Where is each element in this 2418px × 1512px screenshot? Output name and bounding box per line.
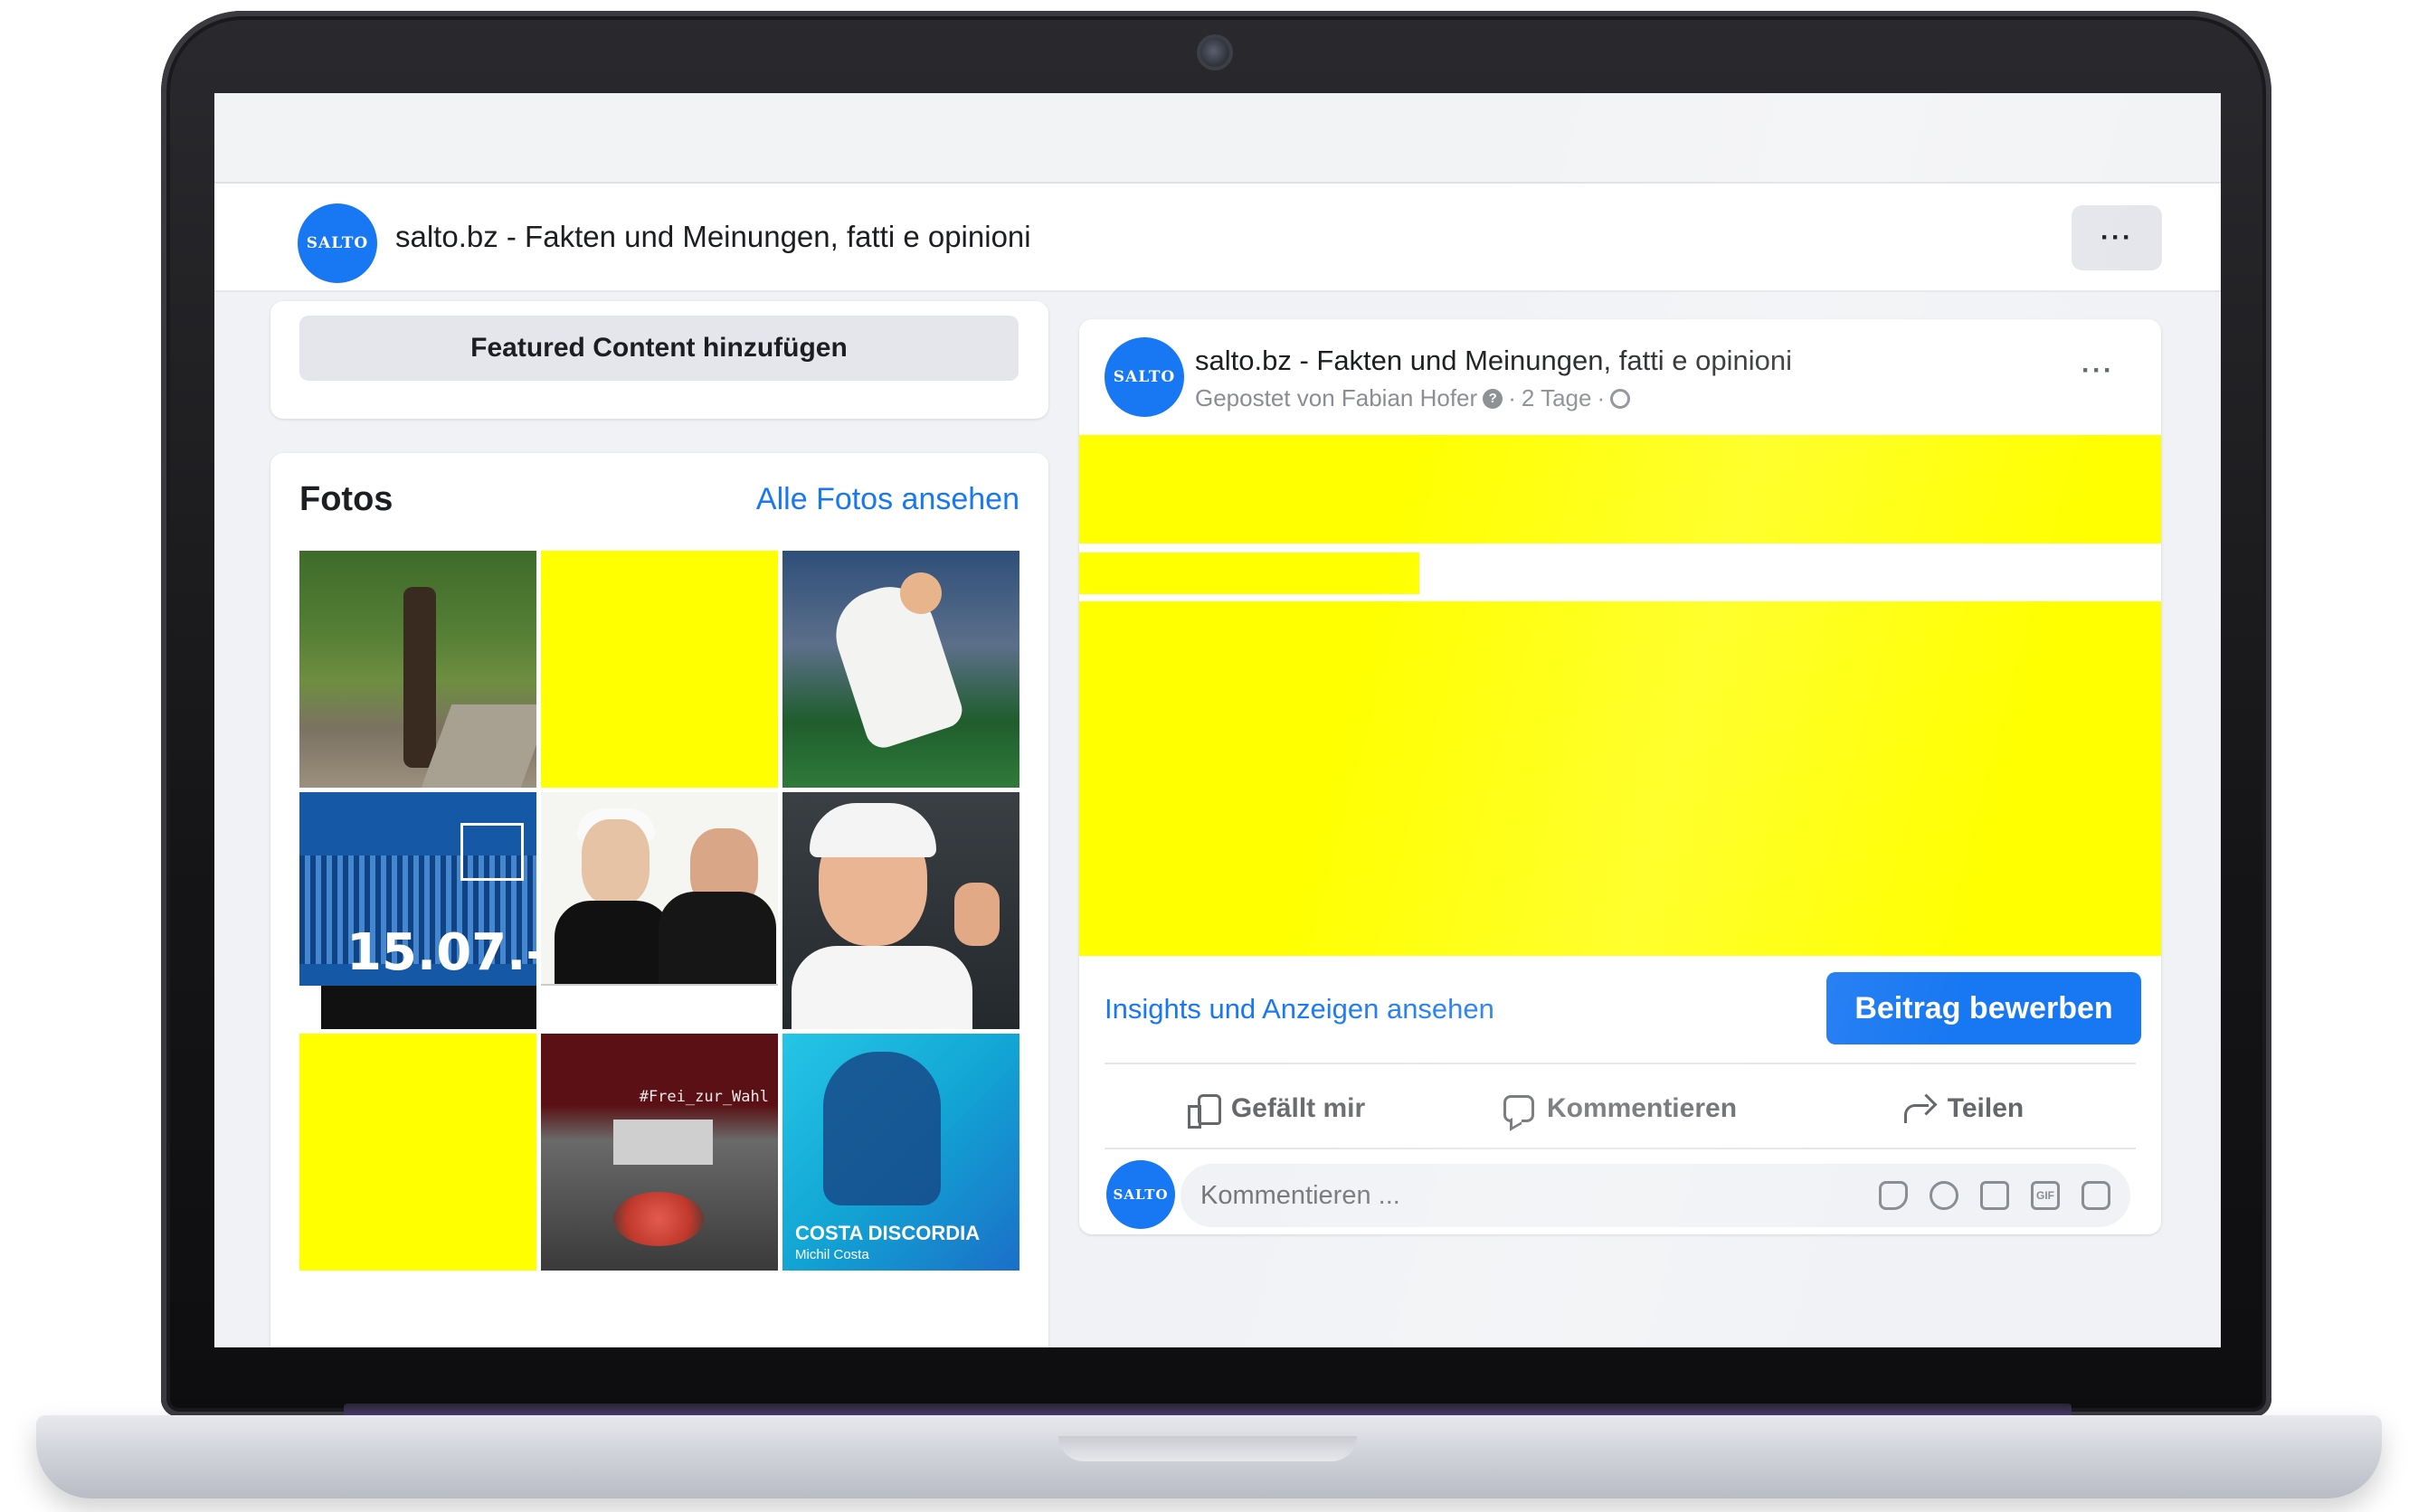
poster-band (541, 984, 778, 1029)
photo-title: COSTA DISCORDIA (795, 1222, 981, 1244)
fist (954, 883, 1000, 946)
sticker-icon[interactable] (2081, 1181, 2110, 1210)
comment-label: Kommentieren (1546, 1093, 1738, 1123)
photos-card: Fotos Alle Fotos ansehen 15.07.- #Frei_z… (270, 453, 1048, 1347)
shirt (792, 946, 972, 1029)
post-actions: Gefällt mir Kommentieren Teilen (1105, 1073, 2136, 1144)
avatar-sticker-icon[interactable] (1879, 1181, 1908, 1210)
page-more-button[interactable]: ··· (2072, 205, 2162, 270)
photos-heading: Fotos (299, 480, 394, 518)
meta-separator: · (1508, 384, 1516, 411)
poster-edge (299, 986, 321, 1029)
player-head (900, 572, 942, 614)
post-author-avatar[interactable]: SALTO (1105, 337, 1184, 417)
featured-content-card: Featured Content hinzufügen (270, 301, 1048, 419)
thumbs-up-icon (1187, 1094, 1221, 1129)
photo-show-poster[interactable] (541, 792, 778, 1029)
post-card: SALTO salto.bz - Fakten und Meinungen, f… (1079, 319, 2161, 1234)
add-featured-content-button[interactable]: Featured Content hinzufügen (299, 316, 1019, 381)
commenter-avatar[interactable]: SALTO (1106, 1160, 1175, 1229)
photo-subtitle: Michil Costa (795, 1247, 869, 1262)
poster-sponsor-strip (299, 986, 536, 1029)
like-label: Gefällt mir (1230, 1093, 1366, 1123)
gif-icon[interactable]: GIF (2031, 1181, 2060, 1210)
divider (1105, 1148, 2136, 1149)
post-meta: Gepostet von Fabian Hofer ? · 2 Tage · (1195, 384, 1631, 412)
photo-costa-discordia[interactable]: COSTA DISCORDIA Michil Costa (782, 1034, 1019, 1271)
poster-logo-box (460, 823, 524, 881)
post-age[interactable]: 2 Tage (1522, 384, 1592, 412)
player-figure (824, 575, 967, 752)
page-title[interactable]: salto.bz - Fakten und Meinungen, fatti e… (395, 220, 1031, 254)
laptop-camera (1197, 34, 1233, 71)
hashtag-text: #Frei_zur_Wahl (639, 1088, 769, 1106)
emoji-icon[interactable] (1930, 1181, 1958, 1210)
post-author-name[interactable]: salto.bz - Fakten und Meinungen, fatti e… (1195, 345, 1792, 377)
photo-tree[interactable] (299, 551, 536, 788)
see-all-photos-link[interactable]: Alle Fotos ansehen (756, 482, 1019, 517)
face-left (582, 819, 650, 905)
photo-culture-center-poster[interactable]: 15.07.- (299, 792, 536, 1029)
laptop-base-notch (1058, 1436, 1357, 1461)
share-button[interactable]: Teilen (1792, 1073, 2136, 1144)
comment-button[interactable]: Kommentieren (1448, 1073, 1792, 1144)
screen: SALTO salto.bz - Fakten und Meinungen, f… (214, 93, 2221, 1347)
building (613, 1120, 713, 1165)
comment-box[interactable]: GIF (1181, 1164, 2130, 1227)
bowl (613, 1192, 704, 1246)
comment-input[interactable] (1200, 1181, 1743, 1211)
page-avatar[interactable]: SALTO (298, 203, 377, 283)
share-label: Teilen (1947, 1093, 2024, 1123)
post-more-button[interactable]: ··· (2081, 355, 2114, 386)
post-content-redacted (1079, 553, 1419, 594)
comment-icon (1503, 1095, 1534, 1122)
photo-redacted[interactable] (299, 1034, 536, 1271)
meta-separator: · (1597, 384, 1606, 411)
globe-icon (1610, 388, 1631, 409)
boost-post-button[interactable]: Beitrag bewerben (1826, 972, 2141, 1044)
like-button[interactable]: Gefällt mir (1105, 1073, 1448, 1144)
photo-redacted[interactable] (541, 551, 778, 788)
poster-date: 15.07.- (346, 923, 536, 982)
photo-tennis-player-running[interactable] (782, 551, 1019, 788)
browser-topbar (214, 93, 2221, 184)
cap (810, 803, 936, 857)
post-content-redacted (1079, 435, 2161, 543)
help-icon[interactable]: ? (1483, 388, 1503, 409)
insights-link[interactable]: Insights und Anzeigen ansehen (1105, 993, 1494, 1025)
photo-tennis-player-fist[interactable] (782, 792, 1019, 1029)
camera-icon[interactable] (1980, 1181, 2009, 1210)
divider (1105, 1063, 2136, 1064)
posted-by-text: Gepostet von Fabian Hofer (1195, 384, 1478, 411)
person-silhouette (823, 1052, 941, 1205)
post-image-redacted[interactable] (1079, 601, 2161, 956)
tree-trunk (403, 587, 436, 768)
photo-frei-zur-wahl[interactable]: #Frei_zur_Wahl (541, 1034, 778, 1271)
comment-tools: GIF (1879, 1181, 2110, 1210)
share-icon (1903, 1095, 1935, 1123)
sidewalk (418, 704, 536, 788)
